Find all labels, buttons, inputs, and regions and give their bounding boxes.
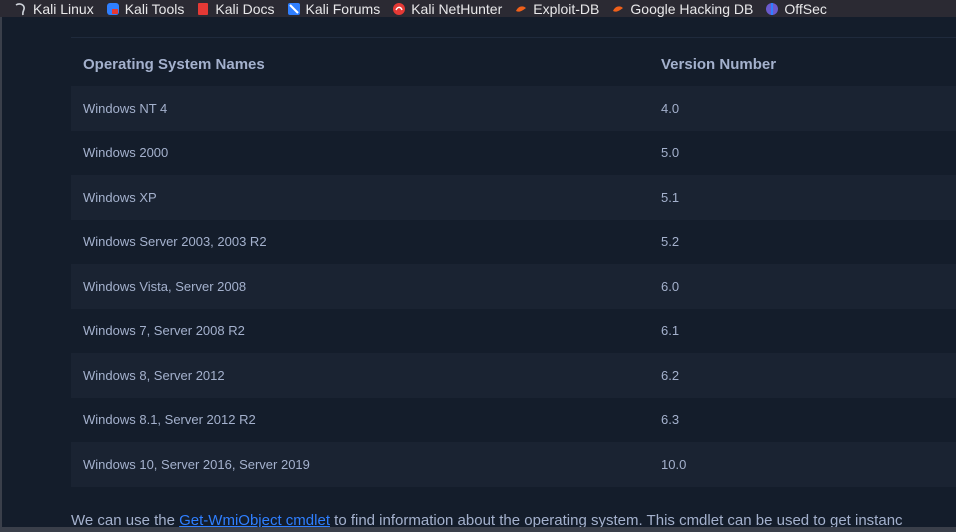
window-bottom-edge — [0, 527, 956, 532]
os-name-cell: Windows 8.1, Server 2012 R2 — [71, 397, 649, 442]
google-hacking-db-icon — [611, 2, 625, 16]
os-name-cell: Windows 8, Server 2012 — [71, 353, 649, 398]
bookmark-offsec[interactable]: OffSec — [765, 1, 827, 17]
table-row: Windows 10, Server 2016, Server 2019 10.… — [71, 442, 956, 487]
version-cell: 5.2 — [649, 219, 956, 264]
page-content: Operating System Names Version Number Wi… — [2, 17, 956, 527]
column-header-os-names: Operating System Names — [83, 55, 265, 73]
kali-dragon-icon — [14, 2, 28, 16]
kali-forums-icon — [287, 2, 301, 16]
kali-tools-icon — [106, 2, 120, 16]
version-cell: 6.3 — [649, 397, 956, 442]
os-name-cell: Windows 7, Server 2008 R2 — [71, 308, 649, 353]
paragraph-suffix: to find information about the operating … — [329, 512, 903, 527]
bookmark-kali-tools[interactable]: Kali Tools — [106, 1, 184, 17]
bookmark-kali-linux[interactable]: Kali Linux — [14, 1, 94, 17]
os-name-cell: Windows Vista, Server 2008 — [71, 264, 649, 309]
version-cell: 6.0 — [649, 264, 956, 309]
bookmark-kali-docs[interactable]: Kali Docs — [196, 1, 275, 17]
bookmark-kali-nethunter[interactable]: Kali NetHunter — [392, 1, 502, 17]
version-cell: 5.0 — [649, 130, 956, 175]
os-name-cell: Windows 10, Server 2016, Server 2019 — [71, 442, 649, 487]
os-version-table: Operating System Names Version Number Wi… — [71, 42, 956, 487]
version-cell: 5.1 — [649, 175, 956, 220]
table-row: Windows 2000 5.0 — [71, 130, 956, 175]
bookmark-google-hacking-db[interactable]: Google Hacking DB — [611, 1, 753, 17]
table-row: Windows 8.1, Server 2012 R2 6.3 — [71, 397, 956, 442]
kali-nethunter-icon — [392, 2, 406, 16]
body-paragraph: We can use the Get-WmiObject cmdlet to f… — [71, 512, 903, 527]
version-cell: 10.0 — [649, 442, 956, 487]
table-row: Windows 8, Server 2012 6.2 — [71, 353, 956, 398]
column-header-version-number: Version Number — [661, 55, 777, 73]
table-row: Windows 7, Server 2008 R2 6.1 — [71, 308, 956, 353]
exploit-db-icon — [514, 2, 528, 16]
bookmark-exploit-db[interactable]: Exploit-DB — [514, 1, 599, 17]
bookmarks-toolbar: Kali Linux Kali Tools Kali Docs Kali For… — [0, 0, 956, 17]
table-row: Windows Vista, Server 2008 6.0 — [71, 264, 956, 309]
section-divider — [71, 37, 956, 38]
offsec-icon — [765, 2, 779, 16]
table-row: Windows NT 4 4.0 — [71, 86, 956, 131]
os-name-cell: Windows 2000 — [71, 130, 649, 175]
kali-docs-icon — [196, 2, 210, 16]
version-cell: 4.0 — [649, 86, 956, 131]
bookmark-kali-forums[interactable]: Kali Forums — [287, 1, 380, 17]
version-cell: 6.1 — [649, 308, 956, 353]
table-row: Windows Server 2003, 2003 R2 5.2 — [71, 219, 956, 264]
table-row: Windows XP 5.1 — [71, 175, 956, 220]
paragraph-prefix: We can use the — [71, 512, 180, 527]
os-name-cell: Windows NT 4 — [71, 86, 649, 131]
os-name-cell: Windows Server 2003, 2003 R2 — [71, 219, 649, 264]
table-header-row: Operating System Names Version Number — [71, 42, 956, 86]
version-cell: 6.2 — [649, 353, 956, 398]
get-wmiobject-link[interactable]: Get-WmiObject cmdlet — [179, 512, 330, 527]
os-name-cell: Windows XP — [71, 175, 649, 220]
